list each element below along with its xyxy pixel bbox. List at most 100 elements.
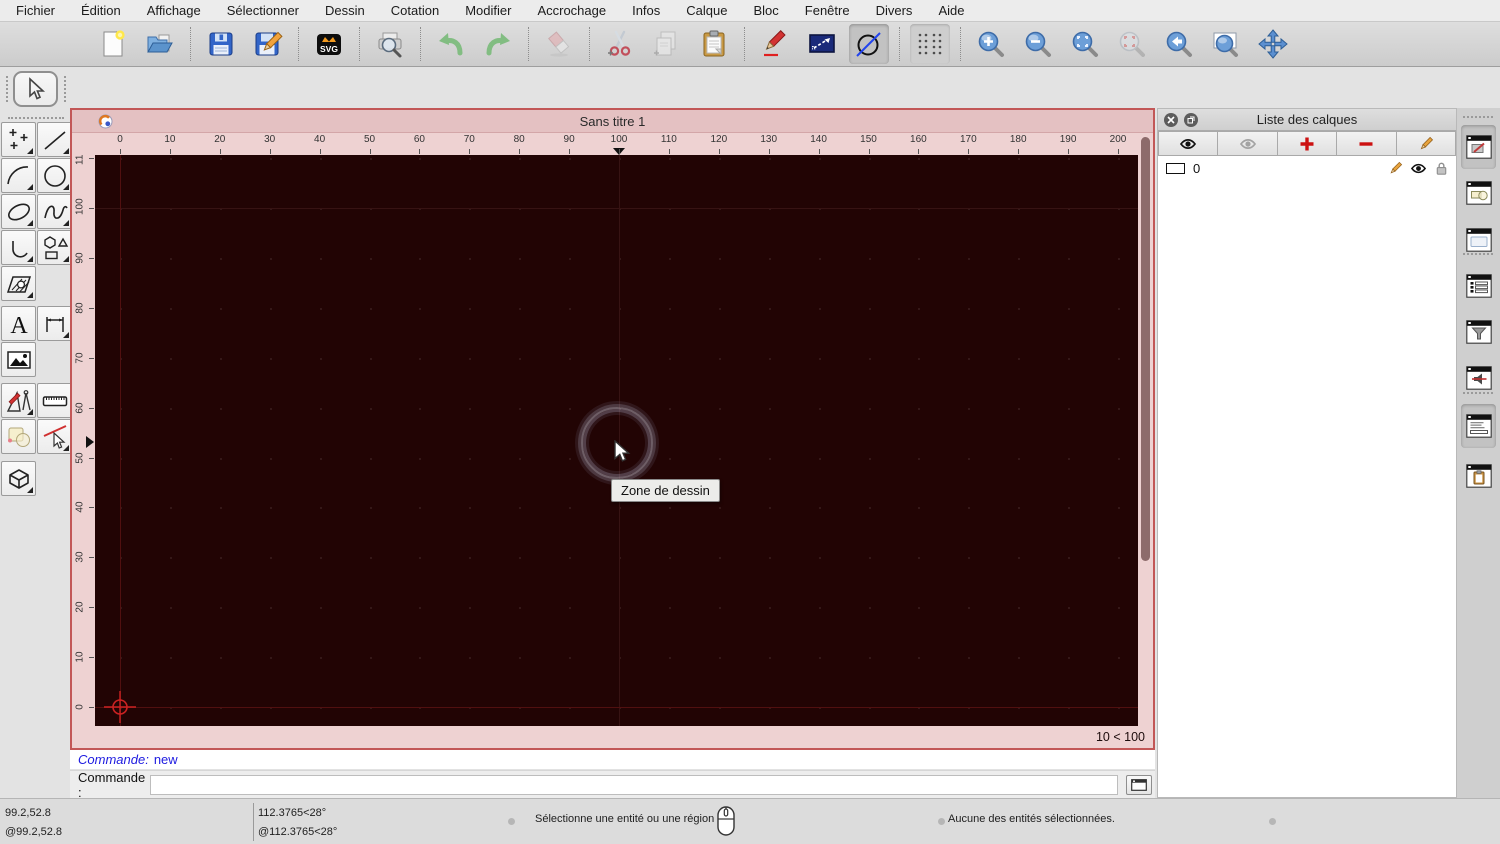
zoom-previous-button[interactable]: [1159, 24, 1199, 64]
menu-modifier[interactable]: Modifier: [465, 3, 511, 18]
layer-edit-icon[interactable]: [1388, 161, 1403, 176]
save-as-button[interactable]: [248, 24, 288, 64]
polygon-tools-button[interactable]: [37, 230, 72, 265]
redo-icon: [486, 33, 510, 56]
layers-panel-title: Liste des calques: [1256, 112, 1358, 127]
erase-button[interactable]: [539, 24, 579, 64]
grid-toggle-button[interactable]: [910, 24, 950, 64]
arc-tools-button[interactable]: [1, 158, 36, 193]
print-preview-button[interactable]: [370, 24, 410, 64]
menu-cotation[interactable]: Cotation: [391, 3, 439, 18]
command-input[interactable]: [150, 774, 1118, 795]
zoom-out-button[interactable]: [1018, 24, 1058, 64]
save-button[interactable]: [201, 24, 241, 64]
undo-button[interactable]: [431, 24, 471, 64]
dimension-tools-button[interactable]: [37, 306, 72, 341]
command-history-label: Commande:: [78, 752, 149, 767]
menu-infos[interactable]: Infos: [632, 3, 660, 18]
dock-block-list-button[interactable]: [1461, 171, 1496, 215]
dock-library-button[interactable]: [1461, 218, 1496, 262]
point-tools-button[interactable]: [1, 122, 36, 157]
redo-button[interactable]: [478, 24, 518, 64]
menu-selectionner[interactable]: Sélectionner: [227, 3, 299, 18]
layers-close-button[interactable]: [1164, 112, 1178, 127]
drag-handle[interactable]: [6, 76, 8, 102]
toolbar-separator: [190, 27, 191, 61]
construction-mode-button[interactable]: [849, 24, 889, 64]
select-tool-button[interactable]: [13, 71, 58, 107]
layer-lock-icon[interactable]: [1434, 161, 1449, 176]
order-tools-button[interactable]: [1, 419, 36, 454]
polyline-tools-button[interactable]: [1, 230, 36, 265]
add-layer-button[interactable]: [1277, 131, 1338, 156]
text-tool-button[interactable]: A: [1, 306, 36, 341]
zoom-window-button[interactable]: [1206, 24, 1246, 64]
command-dock-button[interactable]: [1126, 774, 1152, 795]
svg-export-button[interactable]: SVG: [309, 24, 349, 64]
ellipse-tools-button[interactable]: [1, 194, 36, 229]
open-file-button[interactable]: [140, 24, 180, 64]
copy-button[interactable]: [647, 24, 687, 64]
dock-command-line-button[interactable]: [1461, 404, 1496, 448]
drag-handle[interactable]: [1463, 253, 1493, 255]
menu-dessin[interactable]: Dessin: [325, 3, 365, 18]
menu-edition[interactable]: Édition: [81, 3, 121, 18]
line-tools-button[interactable]: [37, 122, 72, 157]
scrollbar-thumb[interactable]: [1141, 137, 1150, 561]
edit-layer-button[interactable]: [1396, 131, 1457, 156]
layer-row[interactable]: 0: [1158, 158, 1456, 179]
menu-aide[interactable]: Aide: [938, 3, 964, 18]
vertical-scrollbar: [1138, 133, 1153, 726]
drawing-window-titlebar[interactable]: Sans titre 1: [72, 110, 1153, 133]
menu-divers[interactable]: Divers: [876, 3, 913, 18]
modify-delete-tools-button[interactable]: [37, 419, 72, 454]
menu-accrochage[interactable]: Accrochage: [537, 3, 606, 18]
menu-bloc[interactable]: Bloc: [753, 3, 778, 18]
rel-coordinates: @99.2,52.8: [5, 826, 63, 838]
dock-clipboard-button[interactable]: [1461, 454, 1496, 498]
command-history: Commande: new: [70, 750, 1155, 770]
mouse-cursor: [614, 440, 631, 462]
hide-all-layers-button[interactable]: [1218, 131, 1278, 156]
modify-tools-button[interactable]: [1, 383, 36, 418]
circle-tools-button[interactable]: [37, 158, 72, 193]
save-icon: [209, 32, 233, 56]
spline-tools-button[interactable]: [37, 194, 72, 229]
pan-button[interactable]: [1253, 24, 1293, 64]
block-tools-button[interactable]: [1, 461, 36, 496]
drawing-canvas[interactable]: Zone de dessin: [95, 155, 1138, 726]
tooltip-text: Zone de dessin: [621, 483, 710, 498]
remove-layer-button[interactable]: [1337, 131, 1397, 156]
drag-handle[interactable]: [64, 76, 66, 102]
new-file-button[interactable]: [93, 24, 133, 64]
measure-tools-button[interactable]: [37, 383, 72, 418]
drag-handle[interactable]: [1463, 116, 1493, 118]
open-folder-icon: [147, 34, 173, 53]
eye-off-icon: [1239, 138, 1256, 149]
selection-status: Aucune des entités sélectionnées.: [948, 813, 1115, 825]
paste-button[interactable]: [694, 24, 734, 64]
layer-visible-icon[interactable]: [1410, 161, 1427, 176]
toolbar-separator: [960, 27, 961, 61]
image-tool-button[interactable]: [1, 342, 36, 377]
menu-fichier[interactable]: Fichier: [16, 3, 55, 18]
dock-layer-list-button[interactable]: [1461, 125, 1496, 169]
zoom-auto-button[interactable]: [1065, 24, 1105, 64]
drag-handle[interactable]: [8, 117, 64, 119]
hatch-tool-button[interactable]: [1, 266, 36, 301]
menu-calque[interactable]: Calque: [686, 3, 727, 18]
layers-undock-button[interactable]: [1184, 112, 1198, 127]
zoom-selected-button[interactable]: [1112, 24, 1152, 64]
menu-fenetre[interactable]: Fenêtre: [805, 3, 850, 18]
pen-attributes-button[interactable]: [755, 24, 795, 64]
line-attributes-button[interactable]: [802, 24, 842, 64]
dock-command-options-button[interactable]: [1461, 264, 1496, 308]
menu-affichage[interactable]: Affichage: [147, 3, 201, 18]
drag-handle[interactable]: [1463, 392, 1493, 394]
layers-panel-header: Liste des calques: [1158, 109, 1456, 131]
list-window-icon: [1465, 274, 1492, 298]
dock-filter-button[interactable]: [1461, 310, 1496, 354]
cut-button[interactable]: [600, 24, 640, 64]
zoom-in-button[interactable]: [971, 24, 1011, 64]
show-all-layers-button[interactable]: [1158, 131, 1219, 156]
